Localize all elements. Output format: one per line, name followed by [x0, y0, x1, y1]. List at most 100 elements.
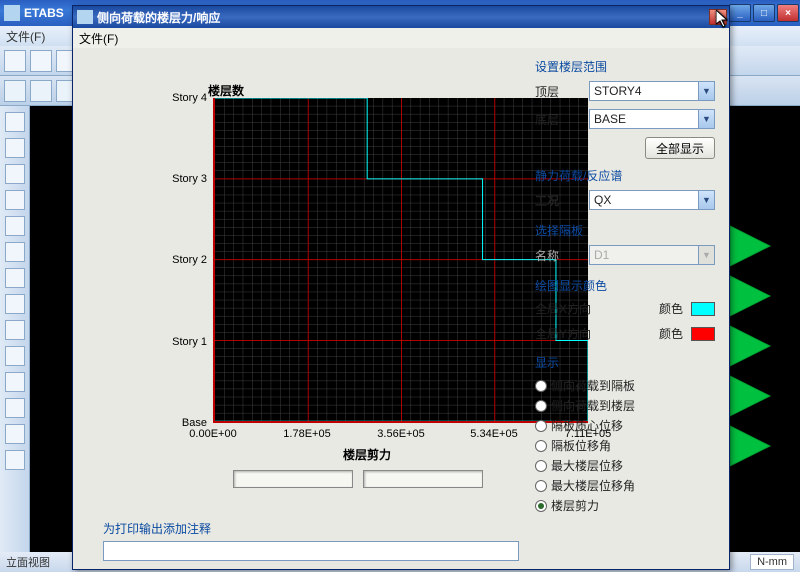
group-story-range: 设置楼层范围 — [535, 58, 715, 75]
chart-y-axis-title: 楼层数 — [208, 82, 244, 99]
radio-label: 侧向荷载到楼层 — [551, 397, 635, 414]
x-tick-1: 1.78E+05 — [283, 428, 330, 440]
combo-top-story[interactable]: STORY4 ▼ — [589, 81, 715, 101]
wall-tool-icon[interactable] — [5, 294, 25, 314]
select-all-icon[interactable] — [5, 450, 25, 470]
radio-label: 楼层剪力 — [551, 497, 599, 514]
label-case: 工况 — [535, 192, 581, 209]
status-units[interactable]: N-mm — [750, 554, 794, 570]
radio-label: 隔板位移角 — [551, 437, 611, 454]
slab-tool-icon[interactable] — [5, 320, 25, 340]
dialog-titlebar[interactable]: 侧向荷载的楼层力/响应 × — [73, 6, 729, 28]
group-load-case: 静力荷载/反应谱 — [535, 167, 715, 184]
pointer-tool-icon[interactable] — [5, 112, 25, 132]
combo-load-case-value: QX — [594, 193, 611, 207]
radio-icon — [535, 500, 547, 512]
display-radio-3[interactable]: 隔板位移角 — [535, 437, 715, 454]
dialog-title: 侧向荷载的楼层力/响应 — [97, 9, 220, 26]
dialog-menubar: 文件(F) — [73, 28, 729, 48]
label-bottom-story: 底层 — [535, 111, 581, 128]
label-global-y: 全局Y方向 — [535, 325, 651, 342]
main-menu-file[interactable]: 文件(F) — [6, 28, 45, 45]
y-tick-story3: Story 3 — [147, 173, 207, 185]
display-radio-5[interactable]: 最大楼层位移角 — [535, 477, 715, 494]
beam-tool-icon[interactable] — [5, 242, 25, 262]
combo-diaphragm-name: D1 ▼ — [589, 245, 715, 265]
x-tick-2: 3.56E+05 — [377, 428, 424, 440]
display-radio-0[interactable]: 侧向荷载到隔板 — [535, 377, 715, 394]
main-close-button[interactable]: × — [777, 4, 799, 22]
radio-label: 最大楼层位移 — [551, 457, 623, 474]
y-tick-story1: Story 1 — [147, 336, 207, 348]
chevron-down-icon: ▼ — [698, 246, 714, 264]
open-file-icon[interactable] — [30, 50, 52, 72]
radio-label: 侧向荷载到隔板 — [551, 377, 635, 394]
new-file-icon[interactable] — [4, 50, 26, 72]
x-tick-3: 5.34E+05 — [470, 428, 517, 440]
chart-x-axis-title: 楼层剪力 — [343, 446, 391, 463]
column-tool-icon[interactable] — [5, 216, 25, 236]
print-annotation-label: 为打印输出添加注释 — [103, 520, 519, 537]
label-diaphragm-name: 名称 — [535, 247, 581, 264]
snap-tool-icon[interactable] — [5, 398, 25, 418]
label-top-story: 顶层 — [535, 83, 581, 100]
label-color-y: 颜色 — [659, 325, 683, 342]
print-annotation-group: 为打印输出添加注释 — [103, 520, 519, 561]
chart-panel: 楼层数 Story 4 Story 3 — [83, 72, 593, 492]
status-view-label: 立面视图 — [6, 554, 50, 570]
brace-tool-icon[interactable] — [5, 268, 25, 288]
combo-load-case[interactable]: QX ▼ — [589, 190, 715, 210]
dialog-menu-file[interactable]: 文件(F) — [79, 30, 118, 47]
main-minimize-button[interactable]: _ — [729, 4, 751, 22]
radio-icon — [535, 480, 547, 492]
y-tick-story4: Story 4 — [147, 92, 207, 104]
combo-top-story-value: STORY4 — [594, 84, 642, 98]
model-wireframe — [730, 216, 790, 486]
nudge-tool-icon[interactable] — [5, 372, 25, 392]
show-all-button[interactable]: 全部显示 — [645, 137, 715, 159]
swatch-global-y[interactable] — [691, 327, 715, 341]
dialog-icon — [77, 10, 93, 24]
story-force-response-dialog: 侧向荷载的楼层力/响应 × 文件(F) 楼层数 — [72, 5, 730, 570]
group-diaphragm: 选择隔板 — [535, 222, 715, 239]
radio-icon — [535, 460, 547, 472]
area-tool-icon[interactable] — [5, 190, 25, 210]
y-tick-story2: Story 2 — [147, 254, 207, 266]
display-radio-1[interactable]: 侧向荷载到楼层 — [535, 397, 715, 414]
label-color-x: 颜色 — [659, 300, 683, 317]
display-radio-6[interactable]: 楼层剪力 — [535, 497, 715, 514]
combo-bottom-story-value: BASE — [594, 112, 626, 126]
right-controls-panel: 设置楼层范围 顶层 STORY4 ▼ 底层 BASE ▼ 全部显示 静力荷载/反… — [535, 58, 715, 517]
main-title: ETABS — [24, 6, 64, 20]
chevron-down-icon: ▼ — [698, 110, 714, 128]
grid-tool-icon[interactable] — [5, 424, 25, 444]
radio-icon — [535, 380, 547, 392]
radio-icon — [535, 400, 547, 412]
group-colors: 绘图显示颜色 — [535, 277, 715, 294]
chevron-down-icon: ▼ — [698, 191, 714, 209]
chart-plot-area[interactable] — [213, 98, 588, 423]
radio-label: 隔板质心位移 — [551, 417, 623, 434]
redo-icon[interactable] — [30, 80, 52, 102]
opening-tool-icon[interactable] — [5, 346, 25, 366]
x-tick-0: 0.00E+00 — [189, 428, 236, 440]
combo-bottom-story[interactable]: BASE ▼ — [589, 109, 715, 129]
undo-icon[interactable] — [4, 80, 26, 102]
display-radio-2[interactable]: 隔板质心位移 — [535, 417, 715, 434]
chart-slider-2[interactable] — [363, 470, 483, 488]
main-maximize-button[interactable]: □ — [753, 4, 775, 22]
dialog-close-button[interactable]: × — [709, 9, 727, 25]
swatch-global-x[interactable] — [691, 302, 715, 316]
display-radio-4[interactable]: 最大楼层位移 — [535, 457, 715, 474]
radio-icon — [535, 420, 547, 432]
line-tool-icon[interactable] — [5, 164, 25, 184]
combo-diaphragm-value: D1 — [594, 248, 609, 262]
app-icon — [4, 5, 20, 21]
radio-label: 最大楼层位移角 — [551, 477, 635, 494]
chart-slider-1[interactable] — [233, 470, 353, 488]
chevron-down-icon: ▼ — [698, 82, 714, 100]
print-annotation-input[interactable] — [103, 541, 519, 561]
group-display: 显示 — [535, 354, 715, 371]
label-global-x: 全局X方向 — [535, 300, 651, 317]
reshape-tool-icon[interactable] — [5, 138, 25, 158]
